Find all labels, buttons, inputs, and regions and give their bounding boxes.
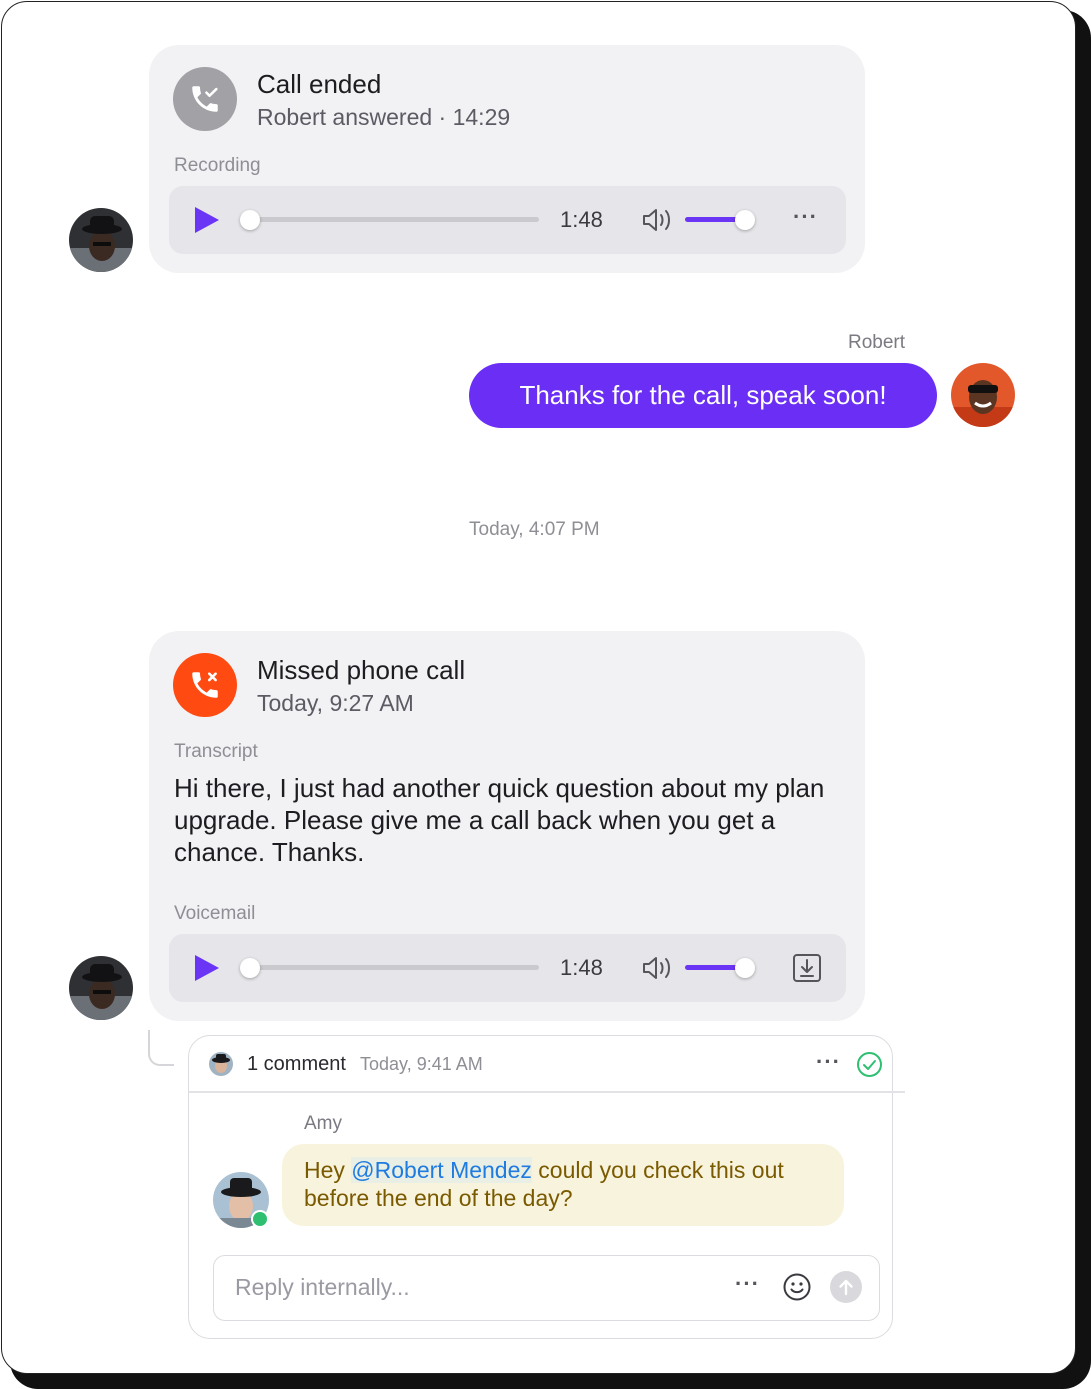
transcript-label: Transcript [174, 741, 258, 762]
play-icon[interactable] [195, 207, 219, 233]
comment-bubble: Hey @Robert Mendez could you check this … [282, 1144, 844, 1226]
volume-icon[interactable] [641, 954, 675, 987]
transcript-text: Hi there, I just had another quick quest… [174, 773, 825, 867]
thread-connector [148, 1030, 174, 1066]
divider-timestamp: Today, 4:07 PM [469, 519, 600, 540]
voicemail-label: Voicemail [174, 903, 256, 924]
voicemail-progress-track[interactable] [249, 965, 539, 970]
send-icon[interactable] [830, 1271, 862, 1303]
comment-more-icon[interactable]: ··· [816, 1049, 841, 1075]
call-ended-card: Call ended Robert answered · 14:29 Recor… [149, 45, 865, 273]
contact-avatar [69, 956, 133, 1020]
recording-progress-knob[interactable] [240, 210, 260, 230]
reply-input[interactable]: Reply internally... ··· [213, 1255, 880, 1321]
missed-call-card: Missed phone call Today, 9:27 AM Transcr… [149, 631, 865, 1021]
download-icon[interactable] [791, 952, 823, 989]
comment-count[interactable]: 1 comment [247, 1053, 346, 1076]
more-options-icon[interactable]: ··· [793, 204, 818, 230]
online-status-dot [251, 1210, 269, 1228]
comment-timestamp: Today, 9:41 AM [360, 1054, 483, 1074]
volume-slider-knob[interactable] [735, 210, 755, 230]
outgoing-message-bubble: Thanks for the call, speak soon! [469, 363, 937, 428]
reply-placeholder: Reply internally... [235, 1274, 410, 1300]
voicemail-player: 1:48 [169, 934, 846, 1002]
phone-missed-icon [173, 653, 237, 717]
agent-avatar [951, 363, 1015, 427]
call-ended-subtitle: Robert answered · 14:29 [257, 104, 511, 130]
voicemail-progress-knob[interactable] [240, 958, 260, 978]
comment-header-divider [189, 1091, 905, 1093]
call-ended-title: Call ended [257, 69, 382, 99]
recording-progress-track[interactable] [249, 217, 539, 222]
reply-more-icon[interactable]: ··· [735, 1271, 760, 1297]
phone-check-icon [173, 67, 237, 131]
resolve-check-icon[interactable] [856, 1051, 883, 1083]
comment-text-before: Hey [304, 1157, 352, 1183]
emoji-icon[interactable] [782, 1272, 812, 1307]
amy-avatar [213, 1172, 269, 1228]
volume-icon[interactable] [641, 206, 675, 239]
volume-slider-knob[interactable] [735, 958, 755, 978]
recording-duration: 1:48 [560, 207, 603, 232]
sender-name: Robert [848, 332, 906, 353]
recording-label: Recording [174, 155, 261, 176]
internal-comment-thread: 1 comment Today, 9:41 AM ··· Amy Hey @Ro… [188, 1035, 905, 1339]
comment-author-name: Amy [304, 1113, 342, 1134]
play-icon[interactable] [195, 955, 219, 981]
voicemail-duration: 1:48 [560, 955, 603, 980]
mention-link[interactable]: @Robert Mendez [351, 1157, 532, 1183]
recording-player: 1:48 ··· [169, 186, 846, 254]
comment-author-mini-avatar [209, 1052, 233, 1076]
missed-call-title: Missed phone call [257, 655, 466, 685]
contact-avatar [69, 208, 133, 272]
conversation-panel: Call ended Robert answered · 14:29 Recor… [1, 1, 1076, 1374]
missed-call-subtitle: Today, 9:27 AM [257, 690, 414, 716]
